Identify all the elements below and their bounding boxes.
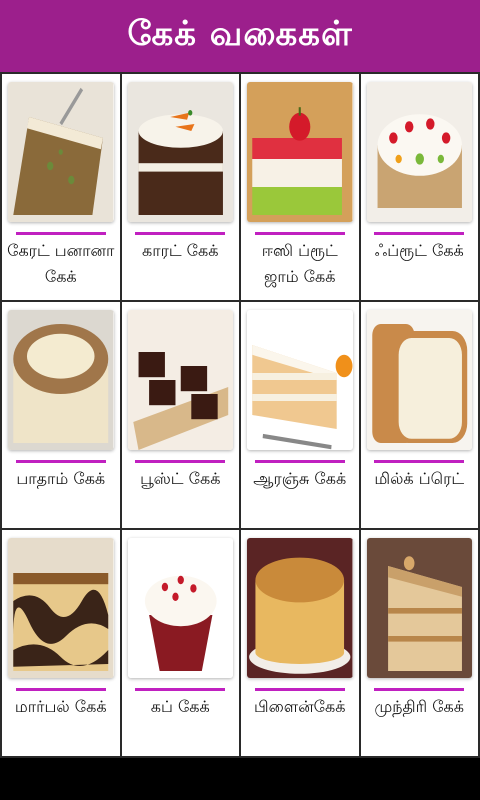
grid-item-boost-cake[interactable]: பூஸ்ட் கேக் [121,302,239,528]
item-label: கப் கேக் [150,697,210,716]
grid-item-almond-cake[interactable]: பாதாம் கேக் [2,302,120,528]
grid-item-carrot-cake[interactable]: காரட் கேக் [121,74,239,300]
grid-item-fruit-cake[interactable]: ஃப்ரூட் கேக் [360,74,478,300]
carrot-cake-image [127,82,233,222]
milk-bread-image [366,310,472,450]
item-divider [374,688,465,691]
item-label: பிளைன்கேக் [253,697,346,716]
cake-grid: கேரட் பனானா கேக் காரட் கேக் ஈஸி ப்ரூட் ஜ… [0,72,480,758]
item-label: பாதாம் கேக் [16,469,106,488]
marble-cake-image [8,538,114,678]
item-divider [254,232,345,235]
item-label: முந்திரி கேக் [374,697,465,716]
item-label: ஃப்ரூட் கேக் [374,241,464,260]
grid-item-cashew-cake[interactable]: முந்திரி கேக் [360,530,478,756]
item-divider [254,460,345,463]
item-label: காரட் கேக் [141,241,219,260]
cashew-cake-image [366,538,472,678]
boost-cake-image [127,310,233,450]
item-label: ஆரஞ்சு கேக் [253,469,347,488]
grid-item-milk-bread[interactable]: மில்க் ப்ரெட் [360,302,478,528]
item-label: மார்பல் கேக் [14,697,107,716]
carrot-banana-cake-image [8,82,114,222]
fruit-jam-cake-image [247,82,353,222]
item-divider [135,232,226,235]
grid-item-plain-cake[interactable]: பிளைன்கேக் [241,530,359,756]
grid-item-marble-cake[interactable]: மார்பல் கேக் [2,530,120,756]
app-header: கேக் வகைகள் [0,0,480,72]
page-title: கேக் வகைகள் [127,14,353,54]
item-divider [135,460,226,463]
item-divider [374,460,465,463]
item-divider [15,460,106,463]
bottom-bar [0,758,480,800]
fruit-cake-image [366,82,472,222]
grid-item-carrot-banana-cake[interactable]: கேரட் பனானா கேக் [2,74,120,300]
grid-item-orange-cake[interactable]: ஆரஞ்சு கேக் [241,302,359,528]
item-divider [15,688,106,691]
orange-cake-image [247,310,353,450]
item-divider [135,688,226,691]
item-divider [254,688,345,691]
item-label: கேரட் பனானா கேக் [7,241,115,286]
item-divider [374,232,465,235]
cup-cake-image [127,538,233,678]
item-divider [15,232,106,235]
plain-cake-image [247,538,353,678]
item-label: பூஸ்ட் கேக் [140,469,221,488]
item-label: ஈஸி ப்ரூட் ஜாம் கேக் [261,241,338,286]
grid-item-cup-cake[interactable]: கப் கேக் [121,530,239,756]
item-label: மில்க் ப்ரெட் [374,469,465,488]
grid-item-fruit-jam-cake[interactable]: ஈஸி ப்ரூட் ஜாம் கேக் [241,74,359,300]
almond-cake-image [8,310,114,450]
